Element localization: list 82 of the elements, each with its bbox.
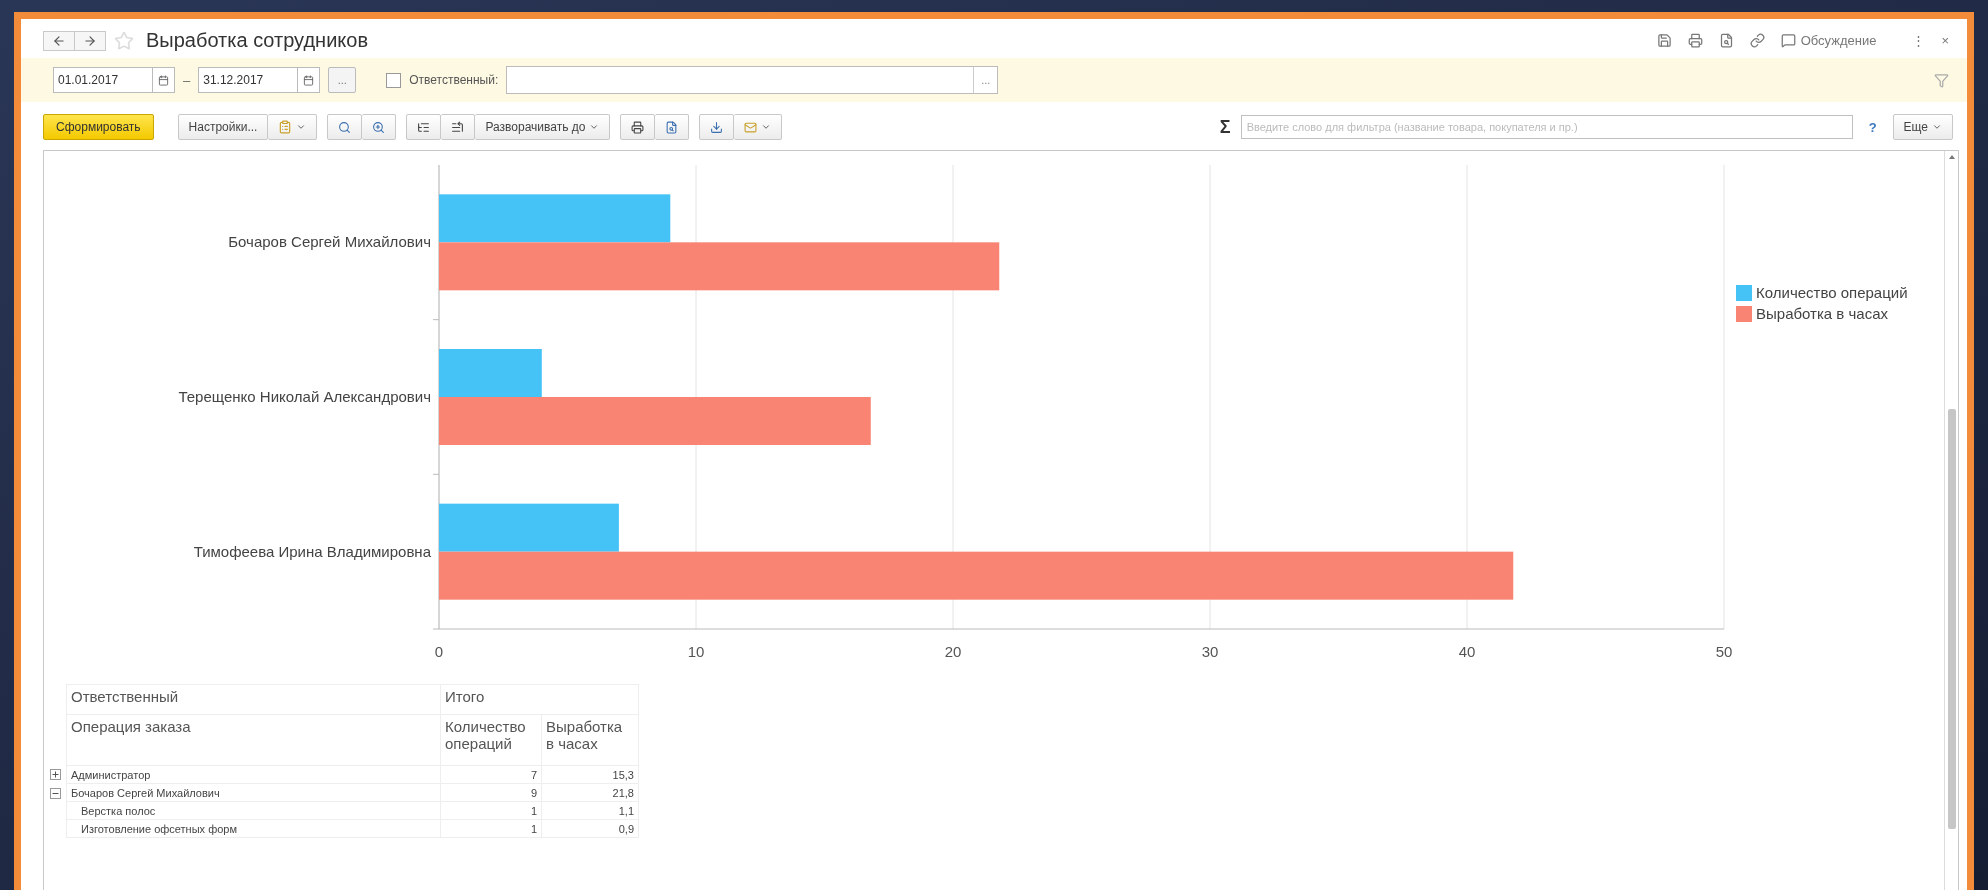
tick-label: 30 xyxy=(1201,643,1219,660)
table-cell: 15,3 xyxy=(541,765,639,784)
sum-label: Σ xyxy=(1219,116,1231,138)
table-cell: Верстка полос xyxy=(66,801,441,820)
menu-button[interactable]: ⋮ xyxy=(1908,33,1930,48)
calendar-button[interactable] xyxy=(153,67,175,93)
tick-label: 0 xyxy=(434,643,444,660)
category-label: Тимофеева Ирина Владимировна xyxy=(193,542,431,560)
period-button[interactable]: ... xyxy=(328,67,357,93)
caret-icon xyxy=(296,122,307,132)
more-button[interactable]: Еще xyxy=(1892,114,1953,140)
plus-icon[interactable] xyxy=(49,769,61,780)
date-from-field[interactable]: 01.01.2017 xyxy=(53,67,153,93)
caret-icon xyxy=(589,122,600,132)
settings-button[interactable]: Настройки... xyxy=(177,114,269,140)
table-cell: 9 xyxy=(440,783,542,802)
legend-label: Выработка в часах xyxy=(1756,305,1888,322)
caret-icon xyxy=(761,122,772,132)
table-cell: Администратор xyxy=(66,765,441,784)
date-to-field[interactable]: 31.12.2017 xyxy=(198,67,299,93)
group-button[interactable] xyxy=(406,114,442,140)
forward-button[interactable] xyxy=(75,30,106,51)
speech-bubble-icon xyxy=(1780,33,1796,48)
tick-label: 20 xyxy=(944,643,962,660)
table-cell: 1 xyxy=(440,801,542,820)
responsible-field[interactable]: ... xyxy=(506,66,999,94)
category-label: Терещенко Николай Александрович xyxy=(178,388,431,405)
tick-label: 10 xyxy=(687,643,705,660)
print-button[interactable] xyxy=(620,114,656,140)
minus-icon[interactable] xyxy=(49,788,61,799)
search-icon xyxy=(338,120,352,134)
zoom-button[interactable] xyxy=(362,114,397,140)
discussion-button[interactable]: Обсуждение xyxy=(1776,33,1881,48)
table-cell: 1,1 xyxy=(541,801,639,820)
preview-button[interactable] xyxy=(655,114,690,140)
printer-icon xyxy=(631,120,645,134)
column-header: Итого xyxy=(440,684,639,715)
generate-button[interactable]: Сформировать xyxy=(43,114,154,140)
calendar-icon xyxy=(158,74,169,86)
close-button[interactable]: × xyxy=(1937,33,1953,48)
table-cell: Бочаров Сергей Михайлович xyxy=(66,783,441,802)
calendar-icon xyxy=(303,74,315,86)
window-title: Выработка сотрудников xyxy=(146,29,370,52)
caret-icon xyxy=(1932,122,1942,132)
date-separator: – xyxy=(183,72,191,88)
search-field[interactable]: Введите слово для фильтра (название товара, покупателя и пр.) xyxy=(1240,115,1853,139)
back-button[interactable] xyxy=(43,30,75,51)
search-button[interactable] xyxy=(327,114,363,140)
calendar-button[interactable] xyxy=(298,67,321,93)
legend-label: Количество операций xyxy=(1756,284,1908,301)
responsible-checkbox[interactable] xyxy=(386,72,402,88)
download-icon xyxy=(710,120,724,134)
forward-arrow-icon xyxy=(83,33,97,48)
header-button[interactable] xyxy=(441,114,476,140)
filter-icon[interactable] xyxy=(1934,72,1949,88)
table-cell: 0,9 xyxy=(541,819,639,838)
column-header: Ответственный xyxy=(66,684,441,715)
list-tree-icon xyxy=(417,120,431,134)
column-header: Операция заказа xyxy=(66,714,441,766)
link-icon xyxy=(1749,33,1765,48)
star-icon[interactable] xyxy=(114,30,134,51)
column-header: Выработка в часах xyxy=(541,714,639,766)
envelope-icon xyxy=(744,120,758,134)
download-button[interactable] xyxy=(699,114,735,140)
tick-label: 50 xyxy=(1715,643,1733,660)
column-header: Количество операций xyxy=(440,714,542,766)
help-button[interactable]: ? xyxy=(1862,118,1883,136)
document-magnifier-icon xyxy=(665,120,679,134)
clipboard-icon xyxy=(278,120,293,134)
variants-button[interactable] xyxy=(268,114,318,140)
responsible-label: Ответственный: xyxy=(409,73,499,87)
document-magnifier-icon xyxy=(1718,33,1734,48)
expand-to-button[interactable]: Разворачивать до xyxy=(475,114,611,140)
table-cell: 21,8 xyxy=(541,783,639,802)
list-icon xyxy=(451,120,465,134)
printer-icon xyxy=(1687,33,1703,48)
tick-label: 40 xyxy=(1458,643,1476,660)
table-cell: 1 xyxy=(440,819,542,838)
table-cell: Изготовление офсетных форм xyxy=(66,819,441,838)
magnifier-plus-icon xyxy=(372,120,386,134)
category-label: Бочаров Сергей Михайлович xyxy=(228,233,431,251)
table-cell: 7 xyxy=(440,765,542,784)
